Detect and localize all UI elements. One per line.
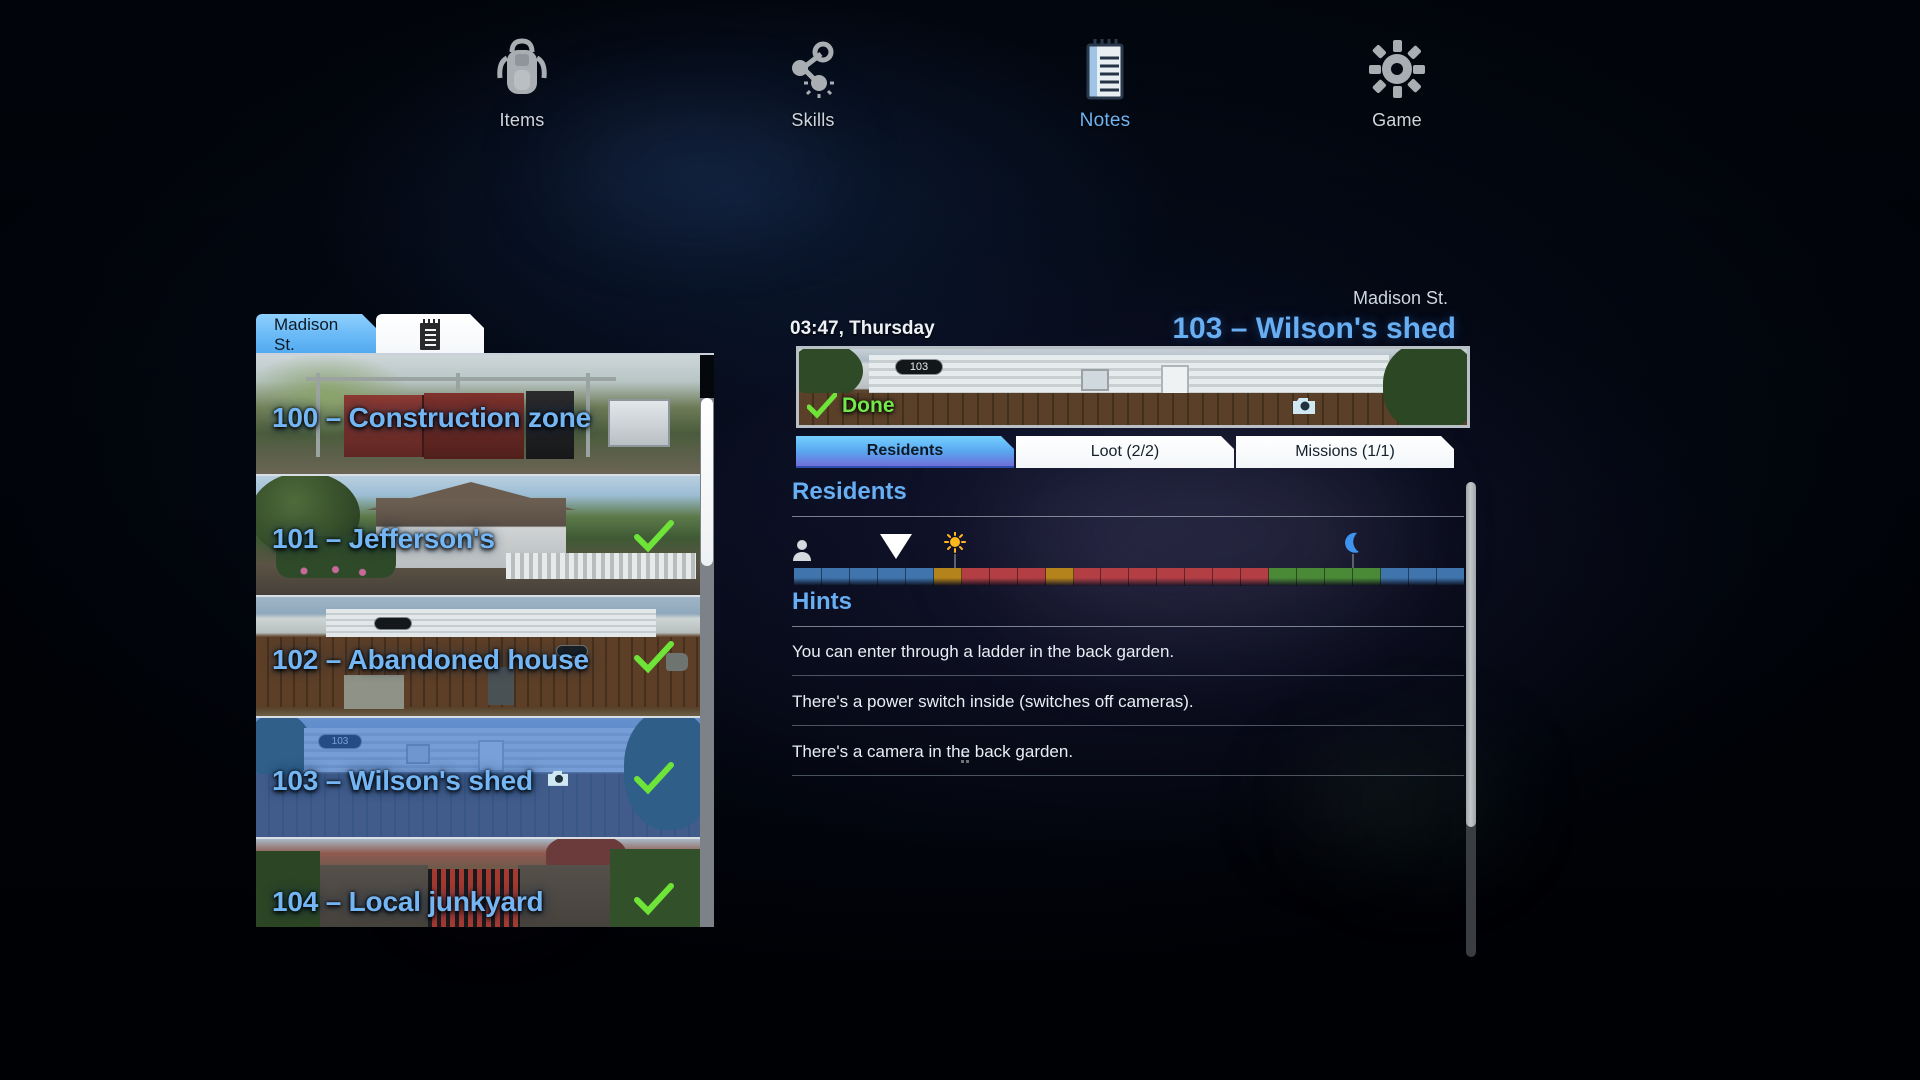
timeline-segment [1436, 568, 1464, 586]
backpack-icon [427, 36, 617, 102]
notepad-icon [1010, 36, 1200, 102]
timeline-segment [1101, 568, 1130, 586]
sun-icon [943, 532, 967, 568]
photo-scene: 103 [799, 349, 1467, 425]
timeline-segment [1297, 568, 1326, 586]
hint-text: You can enter through a ladder in the ba… [792, 642, 1175, 661]
current-time-marker [878, 532, 914, 560]
gear-icon [1302, 36, 1492, 102]
hint-text: There's a power switch inside (switches … [792, 692, 1194, 711]
street-label: Madison St. [1352, 288, 1448, 308]
status-badge: Done [807, 393, 895, 419]
timeline-markers [792, 532, 1464, 568]
done-check-icon [634, 519, 674, 553]
timeline-segment [1381, 568, 1409, 586]
location-photo[interactable]: 103 Done [796, 346, 1470, 428]
timeline-segment [933, 568, 962, 586]
hint-text: There's a camera in the back garden. [792, 742, 1074, 761]
nav-item-skills[interactable]: Skills [718, 36, 908, 131]
nav-item-items[interactable]: Items [427, 36, 617, 131]
list-item[interactable]: 101 – Jefferson's [256, 476, 700, 597]
notepad-icon [417, 318, 443, 352]
camera-icon [1291, 395, 1317, 415]
folder-tab-label: Madison St. [274, 315, 339, 354]
timeline-segment [1241, 568, 1270, 586]
tab-residents[interactable]: Residents [796, 436, 1014, 468]
divider [792, 775, 1464, 776]
done-check-icon [634, 640, 674, 674]
timeline-segment [1353, 568, 1382, 586]
list-item-selected[interactable]: 103 103 – Wilson's shed [256, 718, 700, 839]
timeline-segment [1185, 568, 1214, 586]
list-item-title: 103 – Wilson's shed [272, 765, 533, 796]
divider [792, 626, 1464, 627]
timeline-segment [1325, 568, 1354, 586]
hints-heading: Hints [792, 588, 852, 615]
page-title: 103 – Wilson's shed [1172, 312, 1456, 345]
detail-scrollbar-thumb[interactable] [1466, 482, 1476, 827]
list-scrollbar-track[interactable] [700, 398, 714, 927]
tab-loot[interactable]: Loot (2/2) [1016, 436, 1234, 468]
folder-tab-notes[interactable] [376, 314, 484, 356]
timeline-segment [1129, 568, 1158, 586]
list-item[interactable]: 104 – Local junkyard [256, 839, 700, 927]
game-notes-screen: Items Skills Notes Game Madison St. 100 … [0, 0, 1920, 1080]
done-check-icon [634, 761, 674, 795]
detail-tabs: Residents Loot (2/2) Missions (1/1) [796, 436, 1454, 468]
residents-heading: Residents [792, 478, 907, 505]
folder-tab-madison-st[interactable]: Madison St. [256, 314, 376, 356]
nav-item-label: Skills [791, 110, 835, 130]
timeline-segment [849, 568, 878, 586]
nav-item-label: Game [1372, 110, 1422, 130]
timeline-segment [794, 568, 822, 586]
timeline-segment [1408, 568, 1437, 586]
nav-item-label: Items [499, 110, 545, 130]
done-check-icon [807, 393, 837, 419]
timeline-segment [961, 568, 990, 586]
tab-label: Residents [866, 442, 944, 459]
divider [792, 725, 1464, 726]
list-item[interactable]: 102 – Abandoned house [256, 597, 700, 718]
tab-label: Missions (1/1) [1295, 443, 1395, 460]
nav-item-label: Notes [1079, 110, 1131, 131]
top-navigation: Items Skills Notes Game [0, 36, 1920, 166]
location-list[interactable]: 100 – Construction zone 101 – Jefferson'… [256, 353, 714, 927]
timeline-segment [1045, 568, 1074, 586]
divider [792, 516, 1464, 517]
list-item[interactable]: 100 – Construction zone [256, 355, 700, 476]
location-list-panel: Madison St. 100 – Construction zone 101 … [256, 310, 969, 927]
timeline-bar[interactable] [794, 568, 1464, 586]
folder-tabs: Madison St. [256, 310, 484, 356]
tab-missions[interactable]: Missions (1/1) [1236, 436, 1454, 468]
detail-scrollbar-track[interactable] [1466, 482, 1476, 957]
timeline-segment [877, 568, 906, 586]
camera-icon [546, 768, 570, 786]
location-detail-panel: 03:47, Thursday Madison St. 103 – Wilson… [790, 280, 1470, 920]
list-item-title: 101 – Jefferson's [272, 523, 495, 554]
list-scrollbar-thumb[interactable] [701, 398, 713, 566]
timeline-segment [989, 568, 1018, 586]
list-item-title: 100 – Construction zone [272, 402, 592, 433]
nav-item-notes[interactable]: Notes [1010, 36, 1200, 132]
timeline-segment [821, 568, 850, 586]
person-icon [792, 538, 812, 562]
done-check-icon [634, 882, 674, 916]
timeline-segment [1017, 568, 1046, 586]
list-item-title: 104 – Local junkyard [272, 886, 544, 917]
house-number-plate: 103 [895, 359, 943, 375]
residents-timeline-chart[interactable] [792, 532, 1464, 586]
nav-item-game[interactable]: Game [1302, 36, 1492, 131]
timeline-segment [1073, 568, 1102, 586]
list-item-title: 102 – Abandoned house [272, 644, 589, 675]
tab-label: Loot (2/2) [1090, 443, 1160, 460]
timeline-segment [1157, 568, 1186, 586]
game-clock: 03:47, Thursday [790, 318, 935, 339]
divider [792, 675, 1464, 676]
moon-icon [1343, 532, 1363, 568]
timeline-segment [1213, 568, 1242, 586]
timeline-segment [1269, 568, 1298, 586]
skill-node-icon [718, 36, 908, 102]
status-badge-label: Done [842, 394, 895, 417]
timeline-segment [905, 568, 934, 586]
